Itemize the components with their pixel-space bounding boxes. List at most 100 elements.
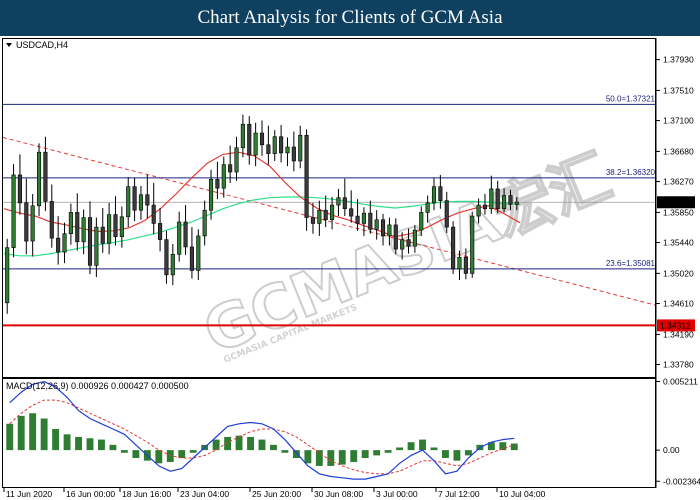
candle-body[interactable]: [228, 164, 233, 173]
candle-body[interactable]: [132, 186, 137, 211]
candle-body[interactable]: [49, 201, 54, 239]
candle-body[interactable]: [323, 209, 328, 221]
candle-body[interactable]: [202, 209, 207, 237]
candle-body[interactable]: [5, 247, 10, 304]
x-tick-label: 25 Jun 20:00: [252, 489, 301, 499]
candle-body[interactable]: [56, 237, 61, 253]
candle-body[interactable]: [349, 208, 354, 217]
macd-histogram-bar: [52, 429, 60, 451]
candle-body[interactable]: [279, 136, 284, 154]
candle-body[interactable]: [138, 194, 144, 211]
candle-body[interactable]: [17, 174, 22, 204]
candle-body[interactable]: [215, 179, 220, 189]
candle-body[interactable]: [81, 217, 86, 243]
macd-histogram-bar: [510, 443, 518, 451]
candle-body[interactable]: [451, 226, 456, 270]
candle-body[interactable]: [489, 188, 494, 210]
candle-body[interactable]: [336, 197, 341, 206]
candle-body[interactable]: [266, 144, 271, 154]
candle-body[interactable]: [100, 226, 105, 244]
candle-body[interactable]: [425, 202, 430, 213]
fib-level-label: 50.0=1.37321: [606, 94, 656, 103]
candle-body[interactable]: [342, 197, 347, 210]
candle-body[interactable]: [36, 151, 42, 207]
candle-body[interactable]: [253, 132, 258, 156]
candle-body[interactable]: [145, 194, 150, 206]
candle-body[interactable]: [355, 215, 360, 224]
candle-body[interactable]: [62, 233, 67, 253]
candle-body[interactable]: [221, 164, 226, 189]
candle-body[interactable]: [75, 212, 80, 243]
candle-body[interactable]: [43, 151, 48, 202]
candle-body[interactable]: [463, 256, 468, 274]
candle-body[interactable]: [400, 239, 405, 250]
candle-body[interactable]: [272, 136, 277, 154]
candle-body[interactable]: [438, 186, 443, 201]
candle-body[interactable]: [361, 212, 366, 224]
candle-body[interactable]: [470, 215, 475, 274]
candle-body[interactable]: [406, 239, 411, 247]
candle-body[interactable]: [11, 174, 16, 248]
candle-body[interactable]: [119, 216, 124, 237]
candle-body[interactable]: [387, 224, 392, 237]
candle-body[interactable]: [431, 186, 437, 204]
candle-body[interactable]: [107, 214, 112, 244]
fib-level-label: 23.6=1.35081: [606, 259, 656, 268]
candle-body[interactable]: [68, 212, 73, 235]
macd-histogram-bar: [258, 439, 266, 451]
candle-body[interactable]: [495, 188, 500, 210]
candle-body[interactable]: [285, 146, 290, 154]
macd-histogram-bar: [338, 450, 346, 465]
macd-histogram-bar: [6, 423, 14, 451]
candle-body[interactable]: [94, 226, 99, 266]
candle-body[interactable]: [330, 204, 335, 221]
candle-body[interactable]: [502, 195, 507, 210]
candle-body[interactable]: [444, 200, 449, 228]
macd-panel[interactable]: [2, 378, 656, 488]
candle-body[interactable]: [457, 256, 462, 270]
candle-body[interactable]: [380, 219, 386, 237]
candle-body[interactable]: [298, 134, 303, 162]
candle-body[interactable]: [196, 235, 201, 271]
candle-body[interactable]: [158, 223, 163, 240]
candle-body[interactable]: [234, 147, 239, 173]
macd-label: MACD(12,26,9) 0.000926 0.000427 0.000500: [6, 381, 189, 391]
candle-body[interactable]: [412, 229, 417, 247]
candle-body[interactable]: [419, 212, 424, 231]
x-tick-label: 23 Jun 04:00: [180, 489, 229, 499]
candle-body[interactable]: [30, 205, 35, 242]
candle-body[interactable]: [126, 186, 131, 218]
candle-body[interactable]: [24, 202, 29, 242]
candle-body[interactable]: [164, 239, 169, 276]
candle-body[interactable]: [368, 212, 373, 230]
candle-body[interactable]: [508, 195, 513, 205]
macd-y-tick-label: 0.005211: [663, 376, 698, 386]
candle-body[interactable]: [87, 217, 93, 266]
candle-body[interactable]: [183, 221, 188, 248]
candle-body[interactable]: [482, 204, 488, 210]
candle-body[interactable]: [393, 224, 398, 250]
macd-histogram-bar: [120, 450, 128, 453]
chart-area[interactable]: GCMASIA宏汇 GCMASIA CAPITAL MARKETS 50.0=1…: [0, 36, 700, 500]
candle-body[interactable]: [177, 221, 182, 255]
candle-body[interactable]: [514, 201, 519, 205]
macd-histogram-bar: [396, 447, 404, 451]
candle-body[interactable]: [151, 204, 156, 224]
candle-body[interactable]: [476, 204, 481, 217]
candle-body[interactable]: [240, 123, 245, 149]
candle-body[interactable]: [247, 123, 252, 156]
candle-body[interactable]: [310, 217, 316, 224]
candle-body[interactable]: [374, 219, 379, 230]
macd-histogram-bar: [235, 435, 243, 451]
macd-histogram-bar: [453, 450, 461, 461]
candle-body[interactable]: [208, 179, 214, 211]
candle-body[interactable]: [291, 146, 296, 162]
candle-body[interactable]: [170, 253, 175, 276]
candle-body[interactable]: [317, 209, 322, 224]
candle-body[interactable]: [259, 132, 265, 146]
y-tick-label: 1.35020: [663, 268, 694, 278]
candle-body[interactable]: [304, 134, 309, 218]
candle-body[interactable]: [189, 246, 194, 271]
candle-body[interactable]: [113, 214, 118, 237]
macd-histogram-bar: [166, 450, 174, 462]
